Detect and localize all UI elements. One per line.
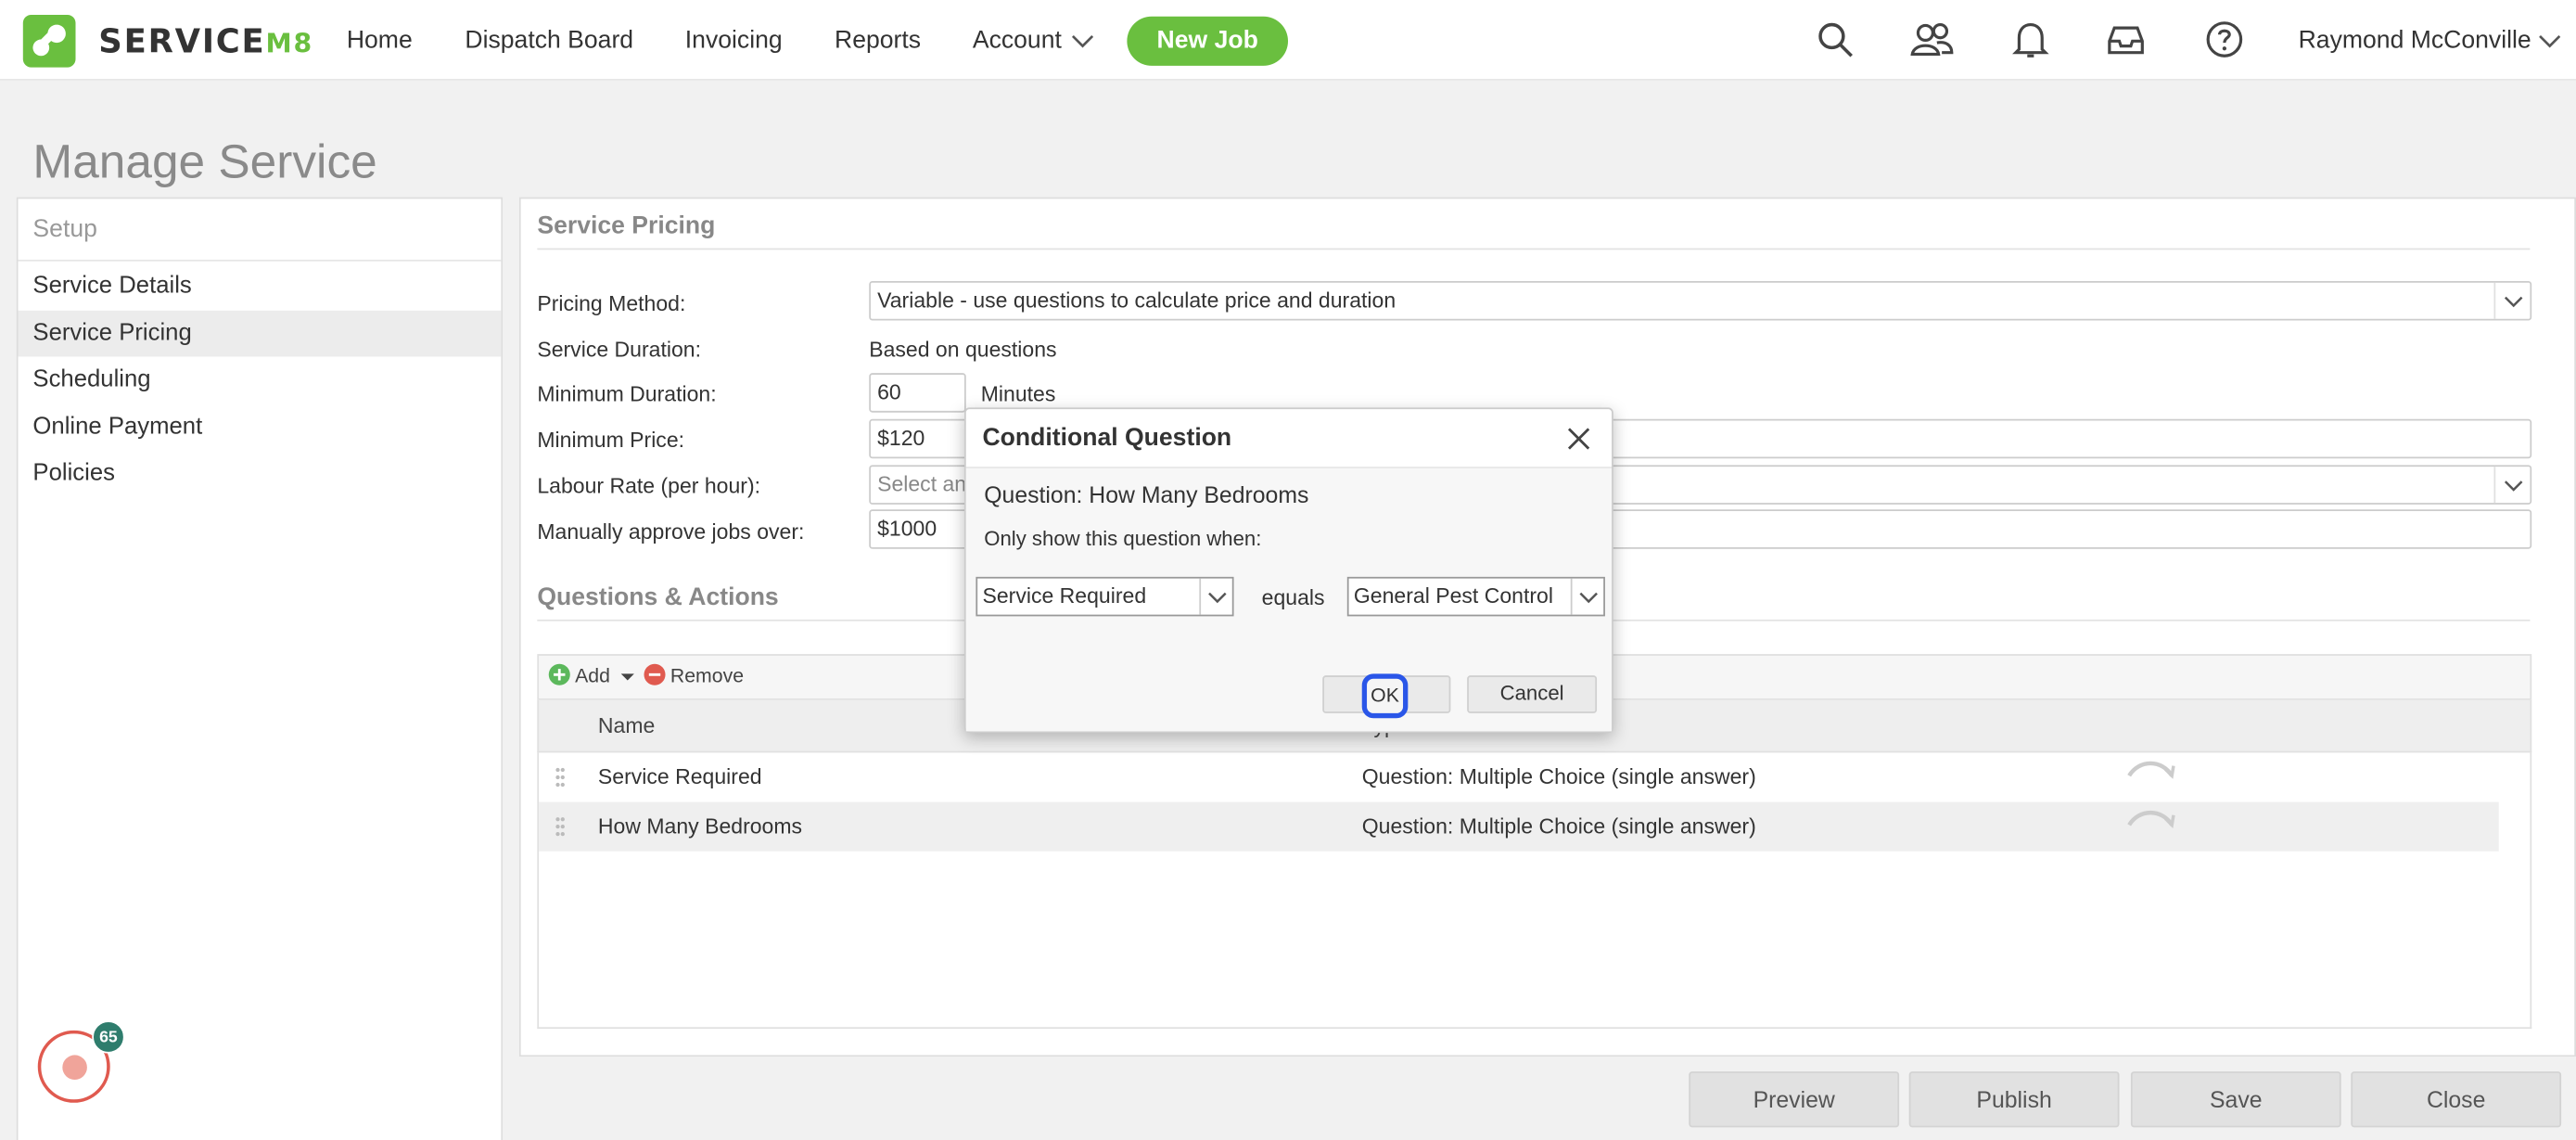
labour-rate-label: Labour Rate (per hour): bbox=[537, 473, 761, 498]
sidebar-item-policies[interactable]: Policies bbox=[18, 450, 501, 496]
page-title: Manage Service bbox=[32, 136, 377, 189]
service-duration-value: Based on questions bbox=[869, 337, 1057, 362]
row-type: Question: Multiple Choice (single answer… bbox=[1361, 813, 1756, 839]
publish-button[interactable]: Publish bbox=[1908, 1071, 2120, 1128]
minimum-duration-label: Minimum Duration: bbox=[537, 381, 717, 406]
nav-home[interactable]: Home bbox=[347, 26, 413, 54]
condition-field-value: Service Required bbox=[982, 583, 1147, 608]
user-menu[interactable]: Raymond McConville bbox=[2299, 26, 2531, 54]
record-dot-icon bbox=[62, 1055, 87, 1081]
add-label: Add bbox=[575, 663, 610, 687]
pricing-method-select[interactable]: Variable - use questions to calculate pr… bbox=[869, 280, 2532, 321]
nav-account[interactable]: Account bbox=[973, 26, 1062, 54]
condition-field-select[interactable]: Service Required bbox=[976, 576, 1234, 617]
condition-value-select[interactable]: General Pest Control bbox=[1346, 576, 1605, 617]
brand-suffix-text: M8 bbox=[265, 28, 314, 59]
people-icon[interactable] bbox=[1909, 19, 1956, 59]
dialog-condition-label: Only show this question when: bbox=[984, 527, 1262, 551]
table-row[interactable]: How Many Bedrooms Question: Multiple Cho… bbox=[539, 801, 2499, 852]
dialog-title: Conditional Question bbox=[982, 424, 1232, 453]
chevron-down-icon bbox=[1570, 578, 1603, 615]
table-row[interactable]: Service Required Question: Multiple Choi… bbox=[539, 752, 2499, 801]
preview-button[interactable]: Preview bbox=[1689, 1071, 1900, 1128]
sidebar-header: Setup bbox=[18, 199, 502, 262]
minimum-duration-unit: Minutes bbox=[980, 381, 1056, 406]
condition-arc-icon[interactable] bbox=[2126, 805, 2175, 828]
ok-button[interactable]: OK bbox=[1361, 673, 1409, 719]
remove-icon bbox=[644, 663, 666, 685]
row-name: How Many Bedrooms bbox=[597, 813, 803, 839]
conditional-question-dialog: Conditional Question Question: How Many … bbox=[963, 407, 1613, 734]
condition-arc-icon[interactable] bbox=[2126, 756, 2175, 779]
row-name: Service Required bbox=[597, 763, 762, 789]
row-type: Question: Multiple Choice (single answer… bbox=[1361, 763, 1756, 789]
setup-sidebar: Setup Service Details Service Pricing Sc… bbox=[16, 197, 504, 1140]
chevron-down-icon bbox=[1199, 578, 1231, 615]
questions-grid: Service Required Question: Multiple Choi… bbox=[537, 752, 2532, 1030]
dialog-question-text: Question: How Many Bedrooms bbox=[984, 481, 1309, 508]
remove-button[interactable]: Remove bbox=[644, 663, 745, 687]
dialog-header: Conditional Question bbox=[965, 409, 1613, 468]
search-icon[interactable] bbox=[1816, 19, 1855, 59]
remove-label: Remove bbox=[670, 663, 745, 687]
chevron-down-icon bbox=[2493, 282, 2530, 319]
add-button[interactable]: Add bbox=[548, 663, 634, 687]
cancel-button[interactable]: Cancel bbox=[1467, 675, 1598, 713]
drag-handle-icon[interactable] bbox=[555, 817, 566, 837]
bell-icon[interactable] bbox=[2011, 19, 2051, 59]
notification-count-badge: 65 bbox=[92, 1020, 125, 1054]
brand-name[interactable]: SERVICEM8 bbox=[98, 21, 313, 61]
condition-value-text: General Pest Control bbox=[1353, 583, 1553, 608]
sidebar-item-scheduling[interactable]: Scheduling bbox=[18, 356, 501, 403]
close-icon[interactable] bbox=[1565, 426, 1591, 452]
add-icon bbox=[548, 663, 570, 685]
approve-jobs-label: Manually approve jobs over: bbox=[537, 519, 805, 544]
inbox-icon[interactable] bbox=[2106, 19, 2146, 59]
pricing-method-label: Pricing Method: bbox=[537, 290, 686, 316]
help-icon[interactable] bbox=[2205, 19, 2245, 59]
close-button[interactable]: Close bbox=[2351, 1071, 2562, 1128]
section-divider bbox=[537, 248, 2531, 250]
ok-button-frame[interactable]: OK bbox=[1322, 673, 1451, 719]
user-chevron-down-icon[interactable] bbox=[2538, 32, 2561, 49]
account-chevron-down-icon[interactable] bbox=[1071, 32, 1094, 49]
nav-dispatch-board[interactable]: Dispatch Board bbox=[465, 26, 633, 54]
questions-section-title: Questions & Actions bbox=[537, 583, 779, 612]
save-button[interactable]: Save bbox=[2130, 1071, 2341, 1128]
labour-rate-placeholder: Select an bbox=[877, 471, 967, 497]
chevron-down-icon bbox=[2493, 467, 2530, 504]
sidebar-item-service-details[interactable]: Service Details bbox=[18, 263, 501, 309]
top-nav: SERVICEM8 Home Dispatch Board Invoicing … bbox=[0, 0, 2576, 81]
service-pricing-section-title: Service Pricing bbox=[537, 211, 716, 240]
service-duration-label: Service Duration: bbox=[537, 337, 702, 362]
pricing-method-value: Variable - use questions to calculate pr… bbox=[877, 288, 1396, 313]
brand-main-text: SERVICE bbox=[98, 21, 266, 61]
drag-handle-icon[interactable] bbox=[555, 767, 566, 788]
sidebar-item-service-pricing[interactable]: Service Pricing bbox=[18, 309, 502, 357]
minimum-price-label: Minimum Price: bbox=[537, 427, 685, 453]
add-caret-icon bbox=[620, 673, 634, 681]
dialog-body: Question: How Many Bedrooms Only show th… bbox=[965, 468, 1613, 732]
bottom-action-bar: Preview Publish Save Close bbox=[518, 1057, 2576, 1140]
new-job-button[interactable]: New Job bbox=[1127, 16, 1289, 66]
servicem8-logo-icon[interactable] bbox=[22, 14, 76, 68]
recording-badge[interactable]: 65 bbox=[37, 1020, 125, 1103]
column-header-name[interactable]: Name bbox=[598, 713, 655, 738]
nav-invoicing[interactable]: Invoicing bbox=[685, 26, 783, 54]
condition-operator: equals bbox=[1261, 584, 1325, 610]
minimum-duration-input[interactable]: 60 bbox=[869, 373, 966, 413]
sidebar-item-online-payment[interactable]: Online Payment bbox=[18, 403, 501, 450]
nav-reports[interactable]: Reports bbox=[835, 26, 921, 54]
